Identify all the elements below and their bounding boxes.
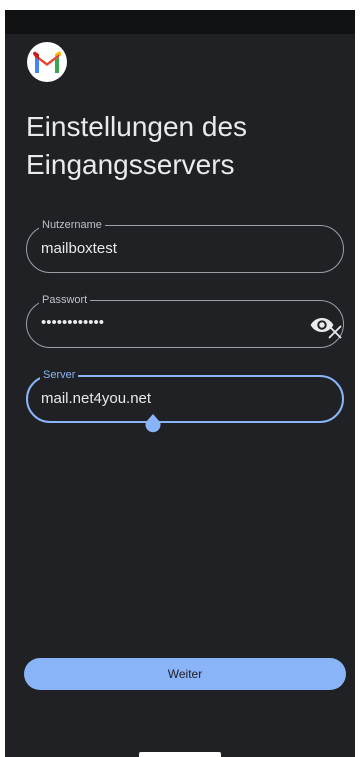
username-field[interactable]: Nutzername mailboxtest [26, 218, 344, 273]
username-label: Nutzername [39, 218, 105, 232]
home-indicator[interactable] [139, 752, 221, 757]
gmail-logo-icon [27, 42, 67, 82]
close-icon[interactable] [325, 322, 345, 342]
password-value: •••••••••••• [41, 314, 105, 331]
username-value: mailboxtest [41, 240, 117, 257]
page-title: Einstellungen des Eingangsservers [26, 111, 248, 180]
status-bar [5, 10, 355, 34]
setup-screen: Einstellungen des Eingangsservers Nutzer… [5, 10, 355, 757]
text-cursor-handle[interactable] [143, 412, 163, 436]
server-value: mail.net4you.net [41, 390, 152, 407]
password-field[interactable]: Passwort •••••••••••• [26, 293, 344, 348]
server-field[interactable]: Server mail.net4you.net [26, 368, 344, 423]
server-label: Server [40, 368, 79, 382]
next-button[interactable]: Weiter [24, 658, 346, 690]
password-label: Passwort [39, 293, 91, 307]
